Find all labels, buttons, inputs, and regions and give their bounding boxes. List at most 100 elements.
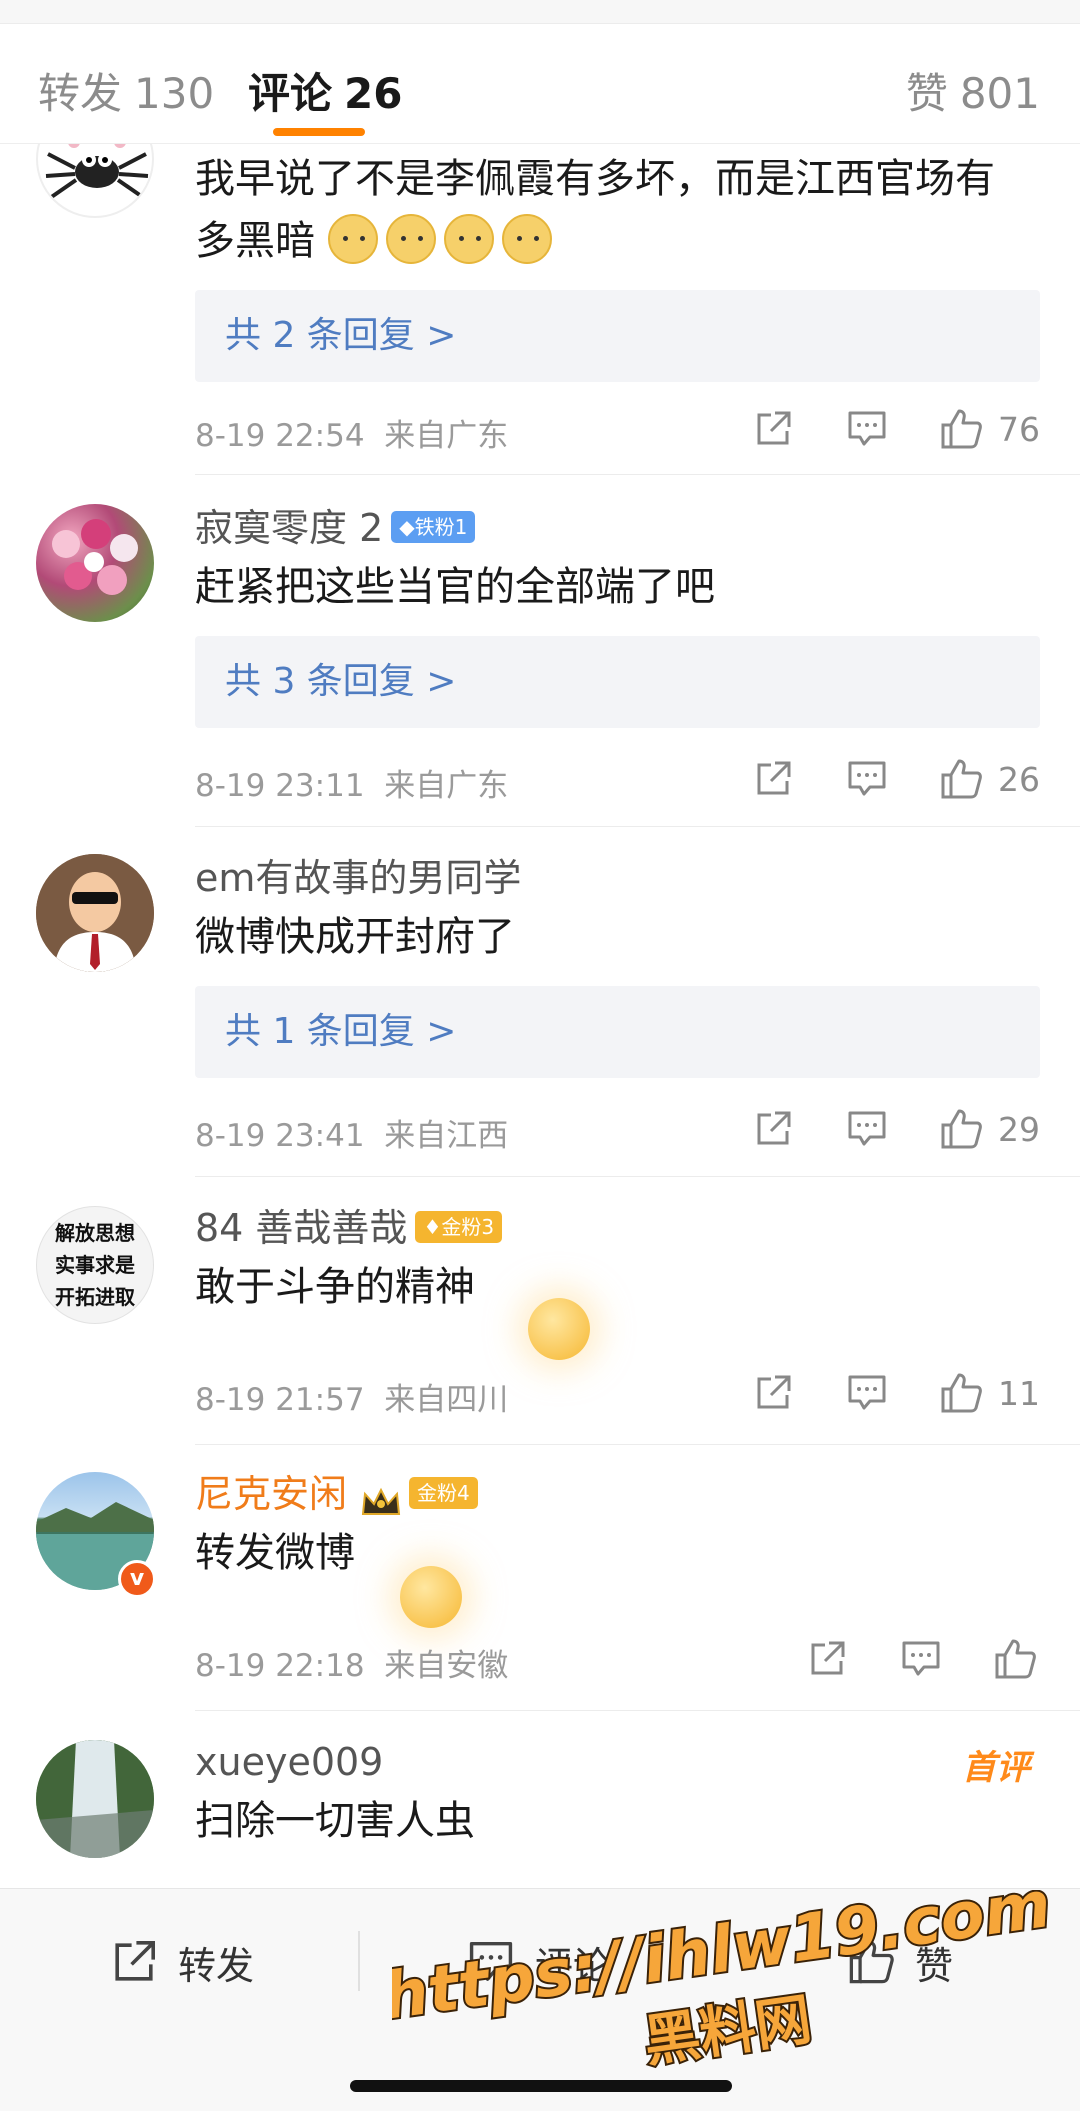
avatar[interactable] [36,504,154,622]
doge-emoji-icon [385,214,436,264]
tab-like-label: 赞 [905,69,948,118]
comment-actions: 76 [704,404,1040,454]
doge-emoji-icon [327,214,378,264]
like-button[interactable] [936,754,986,804]
reply-summary-link[interactable]: 共 1 条回复 > [195,986,1040,1078]
status-strip [0,0,1080,24]
avatar[interactable] [36,1740,154,1858]
thumbs-up-icon [941,1109,982,1149]
gold-gem-decoration-icon [528,1298,590,1360]
fan-badge: ♦金粉3 [415,1210,503,1243]
comment-text: 微博快成开封府了 [195,914,515,960]
calligraphy-avatar-text: 解放思想 实事求是 开拓进取 [55,1221,135,1309]
reply-summary-link[interactable]: 共 3 条回复 > [195,636,1040,728]
comment-text: 我早说了不是李佩霞有多坏，而是江西官场有 多黑暗 [195,148,1040,272]
reply-button[interactable] [842,1368,892,1418]
username[interactable]: em有故事的男同学 [195,850,1040,906]
comment-text: 赶紧把这些当官的全部端了吧 [195,564,715,610]
doge-emoji-icon [443,214,494,264]
comment-meta: 8-19 22:54 来自广东 [195,410,508,455]
reply-button[interactable] [842,754,892,804]
watermark-name: 黑料网 [640,1987,815,2075]
comment-body: xueye009 扫除一切害人虫 [195,1734,1040,1852]
fan-badge: 金粉4 [409,1476,478,1509]
share-button[interactable] [748,1104,798,1154]
active-tab-indicator [273,128,365,136]
comment-meta: 8-19 23:11 来自广东 [195,760,508,805]
thumbs-up-icon [995,1639,1036,1679]
comment-meta: 8-19 23:41 来自江西 [195,1110,508,1155]
share-button[interactable] [802,1634,852,1684]
flower-bouquet-avatar-icon [52,519,138,595]
tab-like[interactable]: 赞 801 [906,60,1040,121]
avatar[interactable]: 解放思想 实事求是 开拓进取 [36,1206,154,1324]
like-button[interactable] [936,1368,986,1418]
waterfall-avatar-icon [36,1740,154,1858]
comment-text-line: 多黑暗 [195,210,1040,272]
username-text: 尼克安闲 [195,1472,348,1516]
comment-body: em有故事的男同学 微博快成开封府了 共 1 条回复 > [195,850,1040,1078]
like-button[interactable] [936,1104,986,1154]
tab-bar: 转发 130 评论 26 赞 801 [0,24,1080,144]
like-count: 76 [998,409,1040,449]
reply-button[interactable] [842,404,892,454]
comment-text-line: 我早说了不是李佩霞有多坏，而是江西官场有 [195,156,995,202]
share-icon [757,411,791,445]
crown-icon [361,1477,401,1515]
like-count: 26 [998,759,1040,799]
thumbs-up-icon [941,759,982,799]
tab-repost-count: 130 [134,69,215,118]
share-button[interactable] [748,754,798,804]
comment-actions: 26 [704,754,1040,804]
gold-gem-decoration-icon [400,1566,462,1628]
share-icon [757,761,791,795]
like-button[interactable] [990,1634,1040,1684]
comment-meta: 8-19 22:18 来自安徽 [195,1640,508,1685]
comment-icon [848,1375,886,1410]
reply-button[interactable] [896,1634,946,1684]
comment-text: 转发微博 [195,1530,355,1576]
share-icon [757,1375,791,1409]
reply-summary-link[interactable]: 共 2 条回复 > [195,290,1040,382]
bar-separator [358,1931,360,1991]
first-comment-tag: 首评 [962,1748,1030,1788]
username[interactable]: 寂寞零度 2 ◆铁粉1 [195,500,1040,556]
share-button[interactable] [748,404,798,454]
comment-location: 来自广东 [384,768,509,804]
comment-text-fragment: 多黑暗 [195,218,315,264]
comment-body: 我早说了不是李佩霞有多坏，而是江西官场有 多黑暗 共 2 条回复 > [195,148,1040,382]
comment-time: 8-19 22:54 [195,418,365,454]
diamond-icon: ◆ [399,514,415,539]
like-count: 29 [998,1109,1040,1149]
avatar[interactable] [36,854,154,972]
comment-time: 8-19 23:11 [195,768,365,804]
like-button[interactable] [936,404,986,454]
reply-button[interactable] [842,1104,892,1154]
verified-v-icon: v [118,1560,156,1598]
username[interactable]: 84 善哉善哉 ♦金粉3 [195,1200,1040,1256]
tab-repost-label: 转发 [38,69,123,118]
username[interactable]: 尼克安闲 金粉4 [195,1466,1040,1522]
repost-button[interactable]: 转发 [108,1927,254,1997]
username[interactable]: xueye009 [195,1734,1040,1790]
badge-label: 铁粉1 [414,514,468,539]
repost-label: 转发 [178,1943,255,1988]
comment-time: 8-19 22:18 [195,1648,365,1684]
comment-location: 来自四川 [384,1382,509,1418]
fan-badge: ◆铁粉1 [391,510,476,543]
comment-icon [848,761,886,796]
like-count: 11 [998,1373,1040,1413]
share-button[interactable] [748,1368,798,1418]
comment-icon [848,1111,886,1146]
comment-time: 8-19 21:57 [195,1382,365,1418]
thumbs-up-icon [941,1373,982,1413]
comment-meta: 8-19 21:57 来自四川 [195,1374,508,1419]
comment-text: 扫除一切害人虫 [195,1798,475,1844]
comment-text: 敢于斗争的精神 [195,1264,475,1310]
tab-comment[interactable]: 评论 26 [248,60,402,121]
tab-comment-count: 26 [344,69,403,118]
comment-icon [848,411,886,446]
tab-repost[interactable]: 转发 130 [38,60,214,121]
comment-divider [195,1444,1080,1445]
share-icon [108,1936,160,1988]
